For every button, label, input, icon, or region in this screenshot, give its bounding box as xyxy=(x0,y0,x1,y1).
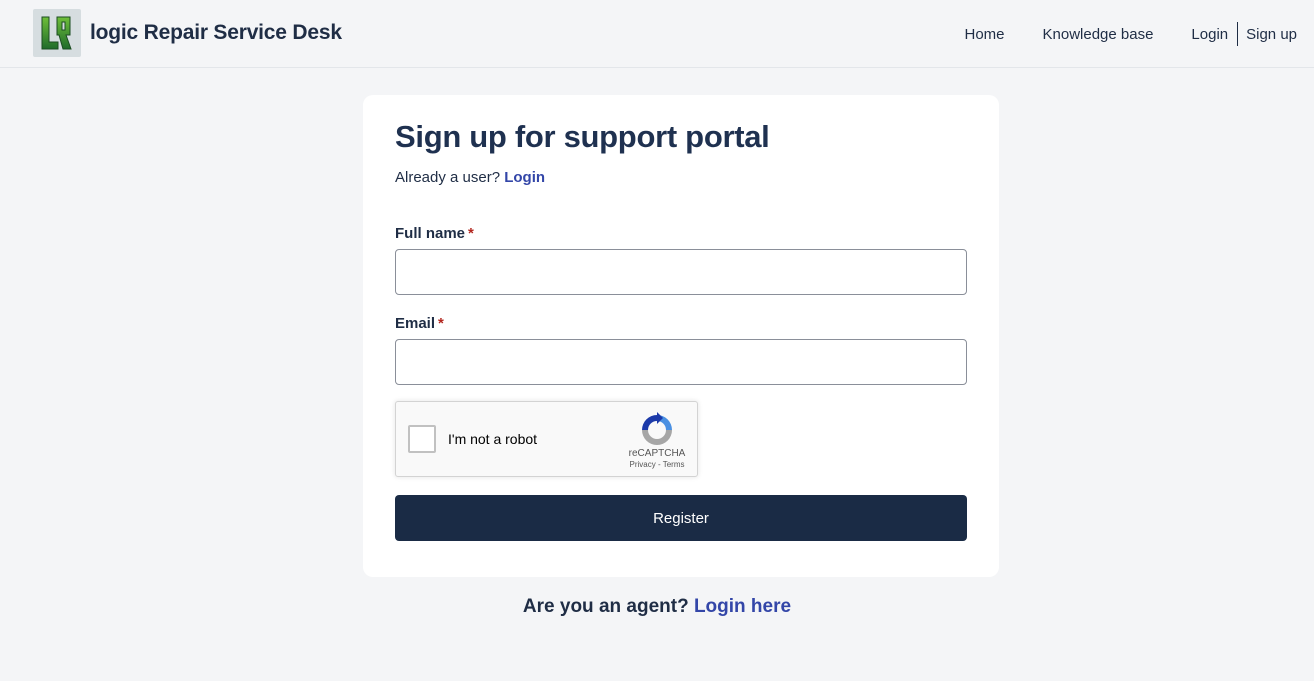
top-navigation-bar: logic Repair Service Desk Home Knowledge… xyxy=(0,0,1314,68)
page-title: Sign up for support portal xyxy=(395,119,770,154)
brand-title[interactable]: logic Repair Service Desk xyxy=(90,21,342,45)
already-user-row: Already a user? Login xyxy=(395,169,545,186)
signup-card: Sign up for support portal Already a use… xyxy=(363,95,999,577)
recaptcha-terms-link[interactable]: Terms xyxy=(663,460,685,469)
recaptcha-brand: reCAPTCHA xyxy=(628,448,686,459)
agent-question: Are you an agent? xyxy=(522,596,689,617)
agent-login-row: Are you an agent? Login here xyxy=(0,596,1314,618)
full-name-label-text: Full name xyxy=(395,225,466,242)
full-name-label: Full name * xyxy=(395,225,474,242)
register-button[interactable]: Register xyxy=(395,495,967,541)
full-name-input[interactable] xyxy=(395,249,967,295)
login-link[interactable]: Login xyxy=(504,169,545,186)
nav-login-link[interactable]: Login xyxy=(1191,26,1228,43)
already-user-text: Already a user? xyxy=(395,169,501,186)
recaptcha-label: I'm not a robot xyxy=(448,431,538,447)
nav-knowledge-base-link[interactable]: Knowledge base xyxy=(1043,26,1154,43)
required-marker: * xyxy=(468,225,474,242)
nav-home-link[interactable]: Home xyxy=(964,26,1004,43)
required-marker: * xyxy=(438,315,444,332)
recaptcha-link-separator: - xyxy=(655,460,663,469)
recaptcha-privacy-link[interactable]: Privacy xyxy=(630,460,656,469)
email-label: Email * xyxy=(395,315,444,332)
recaptcha-checkbox[interactable] xyxy=(408,425,436,453)
email-input[interactable] xyxy=(395,339,967,385)
recaptcha-logo-icon xyxy=(642,412,672,445)
nav-divider xyxy=(1237,22,1239,46)
lr-logo-icon[interactable] xyxy=(33,9,81,57)
agent-login-link[interactable]: Login here xyxy=(694,596,791,617)
recaptcha-links: Privacy - Terms xyxy=(622,460,692,469)
email-label-text: Email xyxy=(395,315,436,332)
main-nav: Home Knowledge base Login Sign up xyxy=(964,22,1297,46)
nav-signup-link[interactable]: Sign up xyxy=(1246,26,1297,43)
recaptcha-widget: I'm not a robot reCAPTCHA Privacy - Term… xyxy=(395,401,698,477)
brand[interactable]: logic Repair Service Desk xyxy=(33,9,342,57)
